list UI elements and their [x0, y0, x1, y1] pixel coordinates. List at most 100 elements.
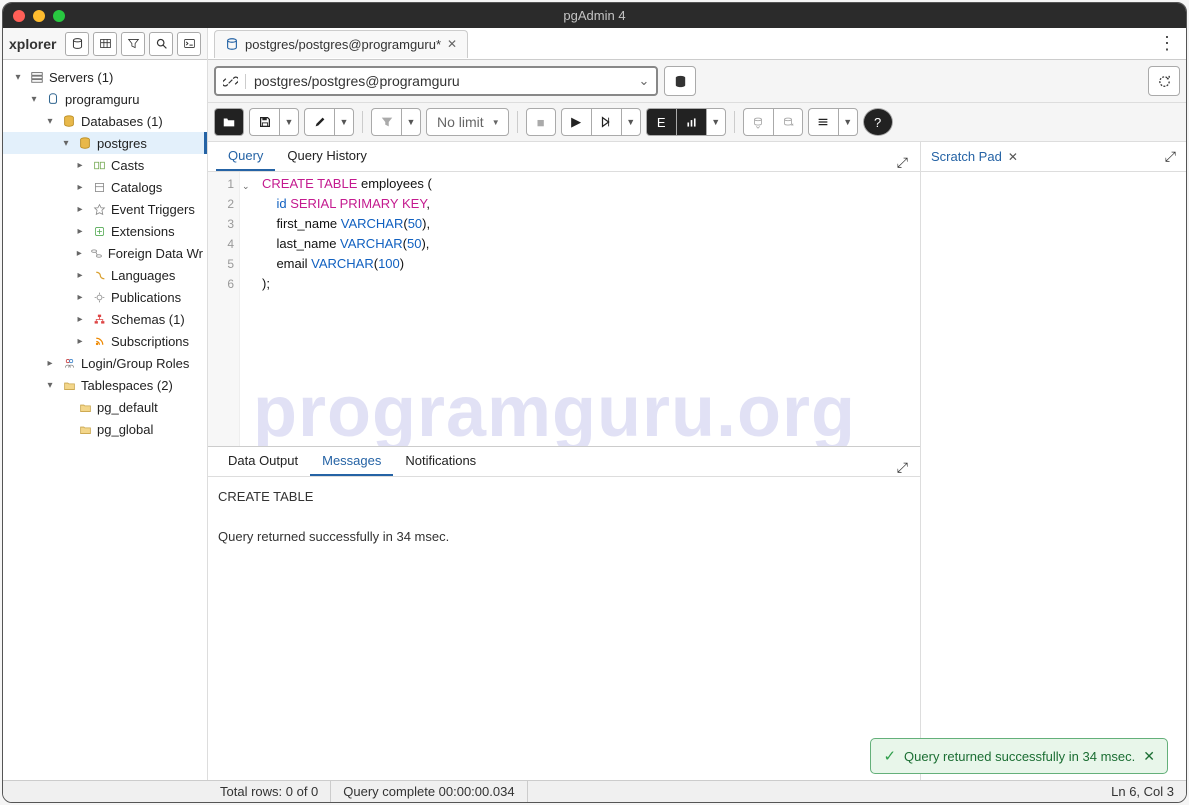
- chevron-down-icon[interactable]: ⌄: [632, 73, 656, 89]
- close-toast-icon[interactable]: ✕: [1143, 748, 1155, 765]
- chevron-icon[interactable]: ▸: [73, 226, 87, 237]
- explain-dropdown[interactable]: ▼: [706, 108, 726, 136]
- success-toast: ✓ Query returned successfully in 34 msec…: [870, 738, 1168, 774]
- server-button[interactable]: [664, 66, 696, 96]
- connection-field[interactable]: ⌄: [214, 66, 658, 96]
- maximize-window-button[interactable]: [53, 10, 65, 22]
- execute-dropdown[interactable]: ▼: [621, 108, 641, 136]
- chevron-icon[interactable]: ▸: [73, 270, 87, 281]
- subscriptions-icon: [91, 333, 107, 349]
- commit-button[interactable]: [743, 108, 773, 136]
- tree-node-label: Event Triggers: [111, 202, 195, 217]
- help-button[interactable]: ?: [863, 108, 893, 136]
- expand-output-icon[interactable]: ⤢: [897, 459, 908, 476]
- edit-button[interactable]: [304, 108, 334, 136]
- limit-selector[interactable]: No limit: [426, 108, 509, 136]
- tree-node-foreign-data-wr[interactable]: ▸Foreign Data Wr: [3, 242, 207, 264]
- tree-node-languages[interactable]: ▸Languages: [3, 264, 207, 286]
- chevron-icon[interactable]: ▾: [43, 116, 57, 127]
- psql-tool-button[interactable]: [177, 32, 201, 56]
- tree-node-schemas-1-[interactable]: ▸Schemas (1): [3, 308, 207, 330]
- publications-icon: [91, 289, 107, 305]
- macros-button[interactable]: [808, 108, 838, 136]
- tab-query[interactable]: Query: [216, 142, 275, 171]
- chevron-icon[interactable]: ▸: [73, 248, 86, 259]
- expand-scratch-icon[interactable]: ⤢: [1165, 148, 1176, 165]
- tab-messages[interactable]: Messages: [310, 447, 393, 476]
- close-window-button[interactable]: [13, 10, 25, 22]
- query-file-tab[interactable]: postgres/postgres@programguru* ✕: [214, 30, 468, 58]
- tree-node-label: pg_global: [97, 422, 153, 437]
- filter-dropdown[interactable]: ▼: [401, 108, 421, 136]
- close-tab-icon[interactable]: ✕: [447, 37, 457, 51]
- object-tree[interactable]: ▾Servers (1)▾programguru▾Databases (1)▾p…: [3, 60, 207, 780]
- tree-node-label: Tablespaces (2): [81, 378, 173, 393]
- tree-node-programguru[interactable]: ▾ programguru: [3, 88, 207, 110]
- execute-cursor-button[interactable]: [591, 108, 621, 136]
- macros-dropdown[interactable]: ▼: [838, 108, 858, 136]
- tree-node-servers-1-[interactable]: ▾Servers (1): [3, 66, 207, 88]
- tree-node-postgres[interactable]: ▾postgres: [3, 132, 207, 154]
- tree-node-pg-default[interactable]: pg_default: [3, 396, 207, 418]
- chevron-icon[interactable]: ▸: [43, 358, 57, 369]
- stop-button[interactable]: ■: [526, 108, 556, 136]
- chevron-icon[interactable]: ▸: [73, 182, 87, 193]
- chevron-icon[interactable]: ▸: [73, 314, 87, 325]
- tree-node-label: programguru: [65, 92, 139, 107]
- chevron-icon[interactable]: ▾: [43, 380, 57, 391]
- query-tool-button[interactable]: [65, 32, 89, 56]
- tree-node-publications[interactable]: ▸ Publications: [3, 286, 207, 308]
- edit-dropdown[interactable]: ▼: [334, 108, 354, 136]
- status-query-complete: Query complete 00:00:00.034: [331, 781, 527, 802]
- search-objects-button[interactable]: [149, 32, 173, 56]
- save-button[interactable]: [249, 108, 279, 136]
- tree-node-label: Publications: [111, 290, 181, 305]
- chevron-icon[interactable]: ▸: [73, 160, 87, 171]
- tree-node-catalogs[interactable]: ▸Catalogs: [3, 176, 207, 198]
- tree-node-databases-1-[interactable]: ▾Databases (1): [3, 110, 207, 132]
- save-dropdown[interactable]: ▼: [279, 108, 299, 136]
- explain-button[interactable]: E: [646, 108, 676, 136]
- tree-node-login-group-roles[interactable]: ▸ Login/Group Roles: [3, 352, 207, 374]
- chevron-icon[interactable]: ▸: [73, 336, 87, 347]
- tree-node-pg-global[interactable]: pg_global: [3, 418, 207, 440]
- tree-node-extensions[interactable]: ▸Extensions: [3, 220, 207, 242]
- open-file-button[interactable]: [214, 108, 244, 136]
- tab-query-history[interactable]: Query History: [275, 142, 378, 171]
- connection-input[interactable]: [246, 73, 632, 89]
- kebab-menu-icon[interactable]: ⋮: [1154, 29, 1180, 58]
- filter-rows-button[interactable]: [121, 32, 145, 56]
- chevron-icon[interactable]: ▾: [11, 72, 25, 83]
- chevron-icon[interactable]: ▸: [73, 292, 87, 303]
- expand-editor-icon[interactable]: ⤢: [897, 154, 908, 171]
- fdw-icon: [90, 245, 104, 261]
- tree-node-event-triggers[interactable]: ▸ Event Triggers: [3, 198, 207, 220]
- fold-chevron-icon[interactable]: ⌄: [242, 176, 250, 196]
- minimize-window-button[interactable]: [33, 10, 45, 22]
- filter-button[interactable]: [371, 108, 401, 136]
- code-editor[interactable]: 123456 ⌄ CREATE TABLE employees ( id SER…: [208, 172, 920, 446]
- editor-column: Query Query History ⤢ 123456 ⌄ CREATE TA…: [208, 142, 921, 780]
- status-total-rows: Total rows: 0 of 0: [208, 781, 331, 802]
- tree-node-tablespaces-2-[interactable]: ▾ Tablespaces (2): [3, 374, 207, 396]
- check-icon: ✓: [883, 747, 896, 765]
- reset-layout-button[interactable]: [1148, 66, 1180, 96]
- tree-node-subscriptions[interactable]: ▸Subscriptions: [3, 330, 207, 352]
- chevron-icon[interactable]: ▸: [73, 204, 87, 215]
- rollback-button[interactable]: [773, 108, 803, 136]
- execute-button[interactable]: ▶: [561, 108, 591, 136]
- tab-data-output[interactable]: Data Output: [216, 447, 310, 476]
- tree-node-casts[interactable]: ▸Casts: [3, 154, 207, 176]
- close-scratch-icon[interactable]: ✕: [1008, 150, 1018, 164]
- tree-node-label: Login/Group Roles: [81, 356, 189, 371]
- chevron-icon[interactable]: ▾: [27, 94, 41, 105]
- tab-notifications[interactable]: Notifications: [393, 447, 488, 476]
- query-toolbar: ▼ ▼ ▼ No limit ■ ▶ ▼: [208, 103, 1186, 142]
- explain-analyze-button[interactable]: [676, 108, 706, 136]
- folder-icon: [77, 421, 93, 437]
- view-data-button[interactable]: [93, 32, 117, 56]
- chevron-icon[interactable]: ▾: [59, 138, 73, 149]
- tab-label: postgres/postgres@programguru*: [245, 37, 441, 52]
- window-title: pgAdmin 4: [563, 8, 625, 23]
- tree-node-label: pg_default: [97, 400, 158, 415]
